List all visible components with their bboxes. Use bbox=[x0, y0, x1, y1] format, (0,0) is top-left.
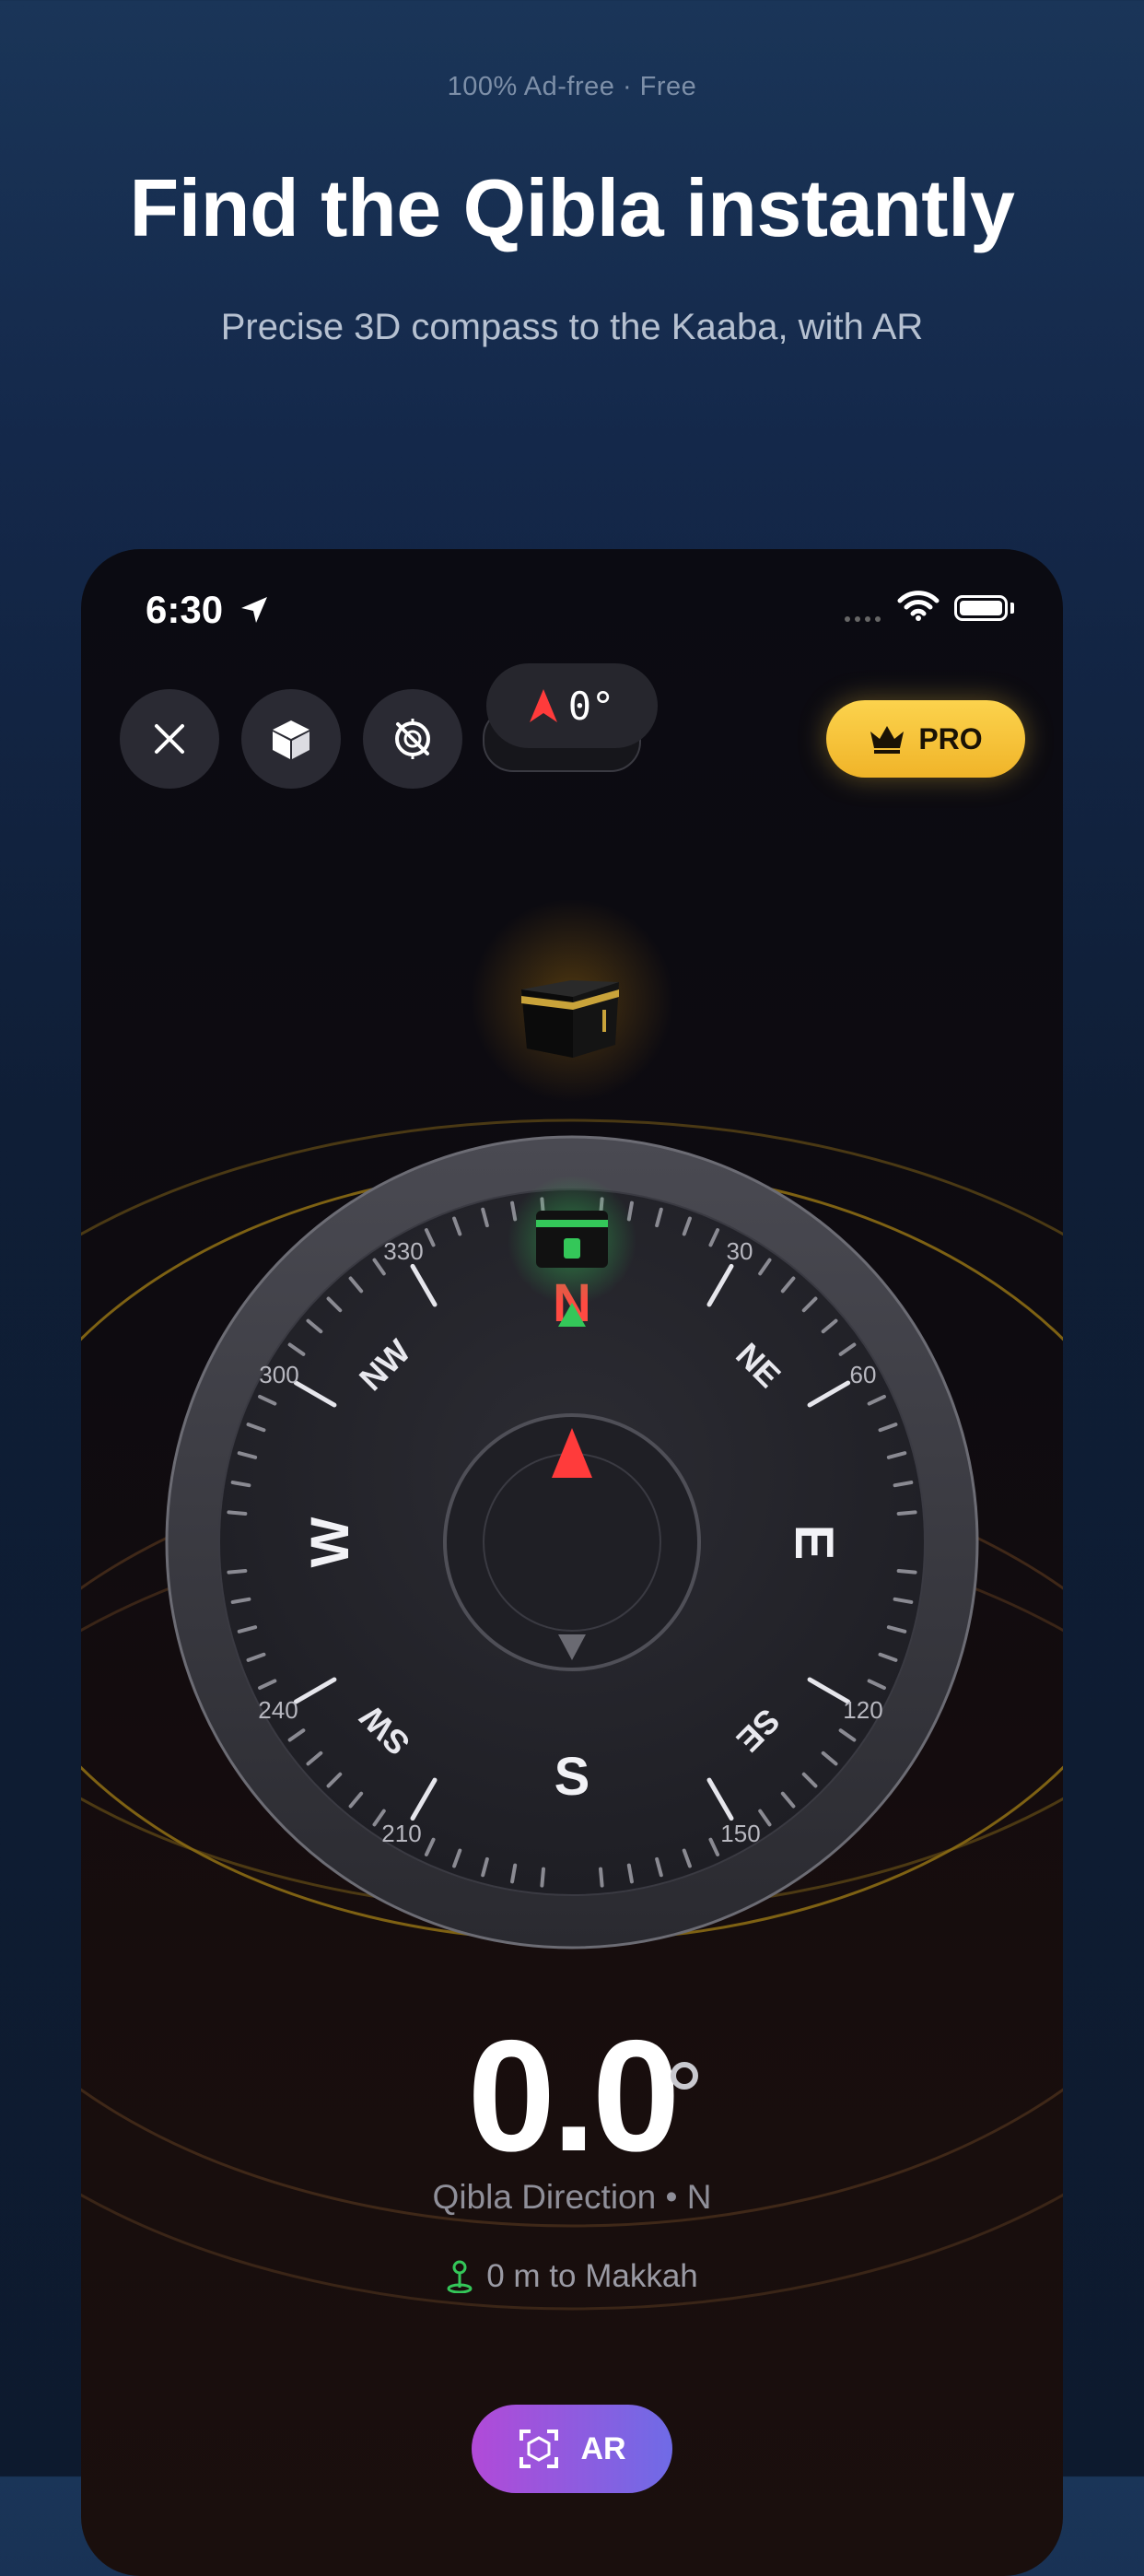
phone-screen: 330 30 300 60 240 120 210 150 NW NE SW S… bbox=[81, 549, 1063, 2576]
minor-tick bbox=[896, 1569, 917, 1575]
degree-label-150: 150 bbox=[720, 1820, 760, 1847]
minor-tick bbox=[599, 1867, 604, 1888]
minor-tick bbox=[227, 1569, 248, 1575]
crown-icon bbox=[870, 726, 905, 754]
close-icon bbox=[155, 724, 184, 754]
ar-label: AR bbox=[580, 2430, 626, 2466]
ar-button[interactable]: AR bbox=[472, 2405, 672, 2493]
distance-text: 0 m to Makkah bbox=[486, 2258, 698, 2294]
promo-title: Find the Qibla instantly bbox=[129, 162, 1015, 253]
label-w: W bbox=[300, 1516, 360, 1567]
location-arrow-icon bbox=[241, 597, 267, 623]
pro-button[interactable]: PRO bbox=[826, 700, 1025, 778]
degree-label-30: 30 bbox=[727, 1237, 753, 1265]
degree-label-330: 330 bbox=[383, 1237, 423, 1265]
ar-icon bbox=[519, 2430, 559, 2468]
degree-label-120: 120 bbox=[843, 1696, 882, 1724]
minor-tick bbox=[227, 1510, 248, 1516]
signal-icon bbox=[845, 616, 881, 622]
heading-arrow-icon bbox=[529, 689, 557, 722]
qibla-degree-reading: 0.0 bbox=[467, 2008, 680, 2184]
cube-icon bbox=[273, 720, 309, 759]
qibla-marker-icon bbox=[536, 1211, 608, 1268]
battery-tip bbox=[1010, 603, 1014, 614]
degree-symbol bbox=[671, 2062, 698, 2090]
battery-icon bbox=[954, 595, 1008, 621]
degree-label-60: 60 bbox=[850, 1361, 877, 1388]
status-time: 6:30 bbox=[146, 588, 224, 631]
minor-tick bbox=[896, 1510, 917, 1516]
crosshair-icon bbox=[395, 719, 430, 759]
qibla-direction-label: Qibla Direction • N bbox=[432, 2178, 712, 2216]
minor-tick bbox=[540, 1867, 545, 1888]
location-pin-icon bbox=[447, 2260, 473, 2293]
kaaba-icon bbox=[521, 980, 619, 1058]
distance-row: 0 m to Makkah bbox=[81, 2258, 1063, 2295]
heading-value: 0° bbox=[567, 683, 615, 729]
3d-view-button[interactable] bbox=[241, 689, 341, 789]
heading-indicator: 0° bbox=[486, 663, 658, 748]
promo-subtitle: Precise 3D compass to the Kaaba, with AR bbox=[220, 307, 924, 347]
label-e: E bbox=[784, 1525, 844, 1561]
degree-label-300: 300 bbox=[259, 1361, 298, 1388]
close-button[interactable] bbox=[120, 689, 219, 789]
promo-tag: 100% Ad-free · Free bbox=[447, 72, 697, 101]
wifi-icon bbox=[897, 591, 940, 621]
pro-label: PRO bbox=[918, 721, 983, 755]
degree-label-210: 210 bbox=[381, 1820, 421, 1847]
label-s: S bbox=[554, 1747, 590, 1807]
calibrate-button[interactable] bbox=[363, 689, 462, 789]
degree-label-240: 240 bbox=[258, 1696, 298, 1724]
